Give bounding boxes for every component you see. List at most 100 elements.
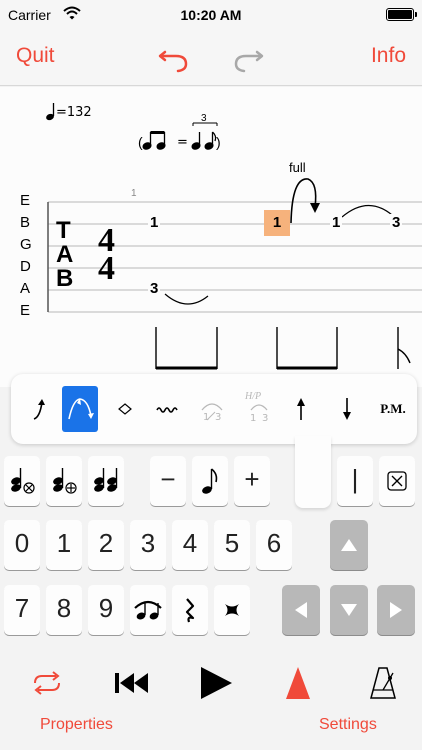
rest-key[interactable]	[172, 585, 208, 635]
duration-minus-key[interactable]: −	[150, 456, 186, 506]
string-label-2: B	[20, 214, 31, 231]
eighth-note-icon	[202, 468, 218, 494]
triangle-left-icon	[295, 602, 307, 618]
delete-icon	[387, 471, 407, 491]
bend-tool[interactable]	[21, 386, 57, 432]
swing-paren-close: )	[216, 134, 221, 150]
arrow-down-icon	[343, 398, 351, 420]
bend-icon	[33, 399, 45, 420]
duration-key[interactable]	[192, 456, 228, 506]
metronome-click-icon[interactable]	[283, 664, 313, 702]
time-signature-bottom: 4	[98, 250, 115, 287]
bend-arrow-icon	[290, 178, 320, 224]
pick-down-tool[interactable]	[329, 386, 365, 432]
string-label-3: G	[20, 236, 32, 253]
delete-key[interactable]	[379, 456, 415, 506]
x-note-icon	[225, 604, 239, 616]
chord-key[interactable]	[88, 456, 124, 506]
score-view[interactable]: =132 = ( ) 3 1 E B G D A E T A B 4 4 1 1…	[0, 87, 422, 387]
rhythm-notation	[155, 327, 411, 370]
arrow-up-icon	[297, 398, 305, 420]
remove-chord-key[interactable]	[4, 456, 40, 506]
arrow-left-key[interactable]	[282, 585, 320, 635]
digit-key-3[interactable]: 3	[130, 520, 166, 570]
tie-arc	[341, 204, 393, 218]
triplet-number: 3	[201, 113, 207, 124]
swing-equals: =	[177, 135, 188, 150]
triangle-down-icon	[341, 604, 357, 616]
harmonic-tool[interactable]	[107, 386, 143, 432]
digit-key-1[interactable]: 1	[46, 520, 82, 570]
tie-note-icon	[134, 600, 162, 620]
arrow-up-key[interactable]	[330, 520, 368, 570]
digit-key-7[interactable]: 7	[4, 585, 40, 635]
measure-number: 1	[131, 188, 137, 199]
hp-label: H/P	[245, 391, 262, 402]
palm-mute-tool[interactable]: P.M.	[373, 386, 413, 432]
info-button[interactable]: Info	[371, 44, 406, 68]
slide-icon: 1 3	[201, 403, 223, 423]
settings-button[interactable]: Settings	[319, 716, 377, 734]
digit-key-0[interactable]: 0	[4, 520, 40, 570]
string-label-4: D	[20, 258, 31, 275]
tie-key[interactable]	[130, 585, 166, 635]
svg-text:1: 1	[203, 412, 209, 423]
tempo-marking[interactable]: =132	[56, 105, 92, 120]
effects-toolbar-tail	[295, 436, 331, 508]
arrow-down-key[interactable]	[330, 585, 368, 635]
metronome-icon[interactable]	[368, 664, 398, 702]
triangle-up-icon	[341, 539, 357, 551]
digit-key-6[interactable]: 6	[256, 520, 292, 570]
undo-icon[interactable]	[156, 40, 192, 76]
pick-up-tool[interactable]	[283, 386, 319, 432]
tab-note[interactable]: 1	[330, 214, 343, 231]
dead-note-key[interactable]	[214, 585, 250, 635]
loop-icon[interactable]	[30, 668, 64, 698]
triangle-right-icon	[390, 602, 402, 618]
hammer-pull-tool: H/P 1 3	[241, 386, 277, 432]
bar-line-key[interactable]: |	[337, 456, 373, 506]
tab-note[interactable]: 3	[148, 280, 161, 297]
digit-key-5[interactable]: 5	[214, 520, 250, 570]
svg-text:3: 3	[262, 413, 268, 424]
rewind-icon[interactable]	[112, 668, 152, 698]
rest-icon	[185, 598, 195, 623]
svg-text:3: 3	[215, 412, 221, 423]
bottom-toolbar: Properties Settings	[0, 660, 422, 750]
battery-icon	[386, 8, 417, 21]
string-label-5: A	[20, 280, 31, 297]
status-time: 10:20 AM	[180, 7, 242, 23]
tie-arc	[164, 293, 209, 305]
tempo-note-icon	[46, 103, 55, 121]
tab-clef-b: B	[56, 265, 74, 292]
bend-release-tool[interactable]	[62, 386, 98, 432]
diamond-icon	[118, 403, 132, 415]
digit-key-8[interactable]: 8	[46, 585, 82, 635]
vibrato-icon	[156, 407, 178, 413]
remove-note-icon	[11, 468, 35, 494]
arrow-right-key[interactable]	[377, 585, 415, 635]
duration-plus-key[interactable]: +	[234, 456, 270, 506]
status-bar: Carrier 10:20 AM	[0, 0, 422, 30]
properties-button[interactable]: Properties	[40, 716, 113, 734]
string-label-6: E	[20, 302, 31, 319]
bend-release-icon	[68, 398, 94, 420]
quit-button[interactable]: Quit	[16, 44, 55, 68]
add-chord-key[interactable]	[46, 456, 82, 506]
digit-key-4[interactable]: 4	[172, 520, 208, 570]
vibrato-tool[interactable]	[149, 386, 185, 432]
add-note-icon	[53, 468, 77, 494]
slide-tool: 1 3	[194, 386, 230, 432]
tab-note[interactable]: 3	[390, 214, 403, 231]
redo-icon[interactable]	[230, 40, 266, 76]
play-icon[interactable]	[196, 664, 236, 702]
string-label-1: E	[20, 192, 31, 209]
tab-note[interactable]: 1	[148, 214, 161, 231]
tab-note-selected[interactable]: 1	[264, 210, 290, 236]
digit-key-9[interactable]: 9	[88, 585, 124, 635]
chord-icon	[94, 468, 118, 492]
tab-clef-a: A	[56, 241, 74, 268]
bend-label: full	[289, 160, 306, 175]
digit-key-2[interactable]: 2	[88, 520, 124, 570]
tab-clef-t: T	[56, 217, 71, 244]
